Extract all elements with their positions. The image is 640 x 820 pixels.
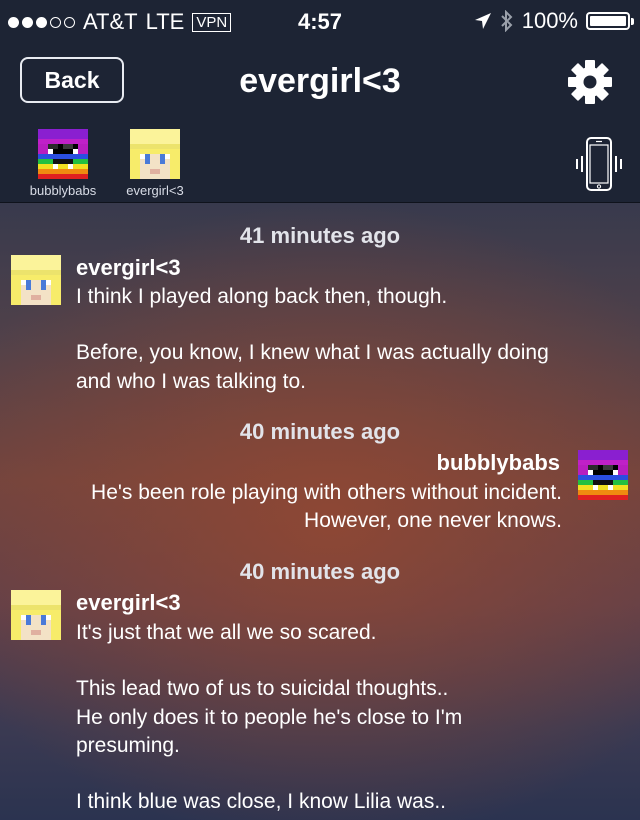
participant-name: evergirl<3 (126, 183, 184, 198)
message-timestamp: 41 minutes ago (239, 223, 401, 248)
message-line: However, one never knows. (304, 509, 562, 532)
avatar (38, 129, 88, 179)
avatar (578, 450, 628, 500)
chat-area[interactable]: 41 minutes ago evergirl<3 I think I play… (0, 203, 640, 820)
page-title: evergirl<3 (239, 62, 401, 100)
bluetooth-icon (501, 10, 513, 32)
participants-bar: bubblybabs evergirl<3 (0, 122, 640, 203)
avatar (11, 255, 61, 305)
message-sender: evergirl<3 (76, 255, 181, 280)
participant-bubblybabs[interactable]: bubblybabs (18, 129, 108, 198)
avatar (11, 590, 61, 640)
status-bar: AT&T LTE VPN 4:57 100% (0, 0, 640, 42)
battery-percent: 100% (521, 8, 578, 33)
gear-icon[interactable] (566, 58, 614, 106)
message-line: I think blue was close, I know Lilia was… (76, 790, 447, 813)
message-line: and who I was talking to. (76, 370, 306, 393)
avatar (130, 129, 180, 179)
message-sender: bubblybabs (436, 450, 560, 475)
message-line: He only does it to people he's close to … (76, 706, 463, 729)
message-line: He's been role playing with others witho… (91, 481, 562, 504)
phone-vibrate-icon[interactable] (574, 134, 624, 194)
location-arrow-icon (474, 13, 491, 29)
participant-name: bubblybabs (29, 183, 97, 198)
participant-evergirl[interactable]: evergirl<3 (110, 129, 200, 198)
message-timestamp: 40 minutes ago (239, 559, 401, 584)
nav-bar: Back evergirl<3 (0, 42, 640, 122)
status-right: 100% (474, 8, 634, 34)
message-line: Before, you know, I knew what I was actu… (76, 341, 549, 364)
battery-icon (586, 12, 634, 30)
message-line: presuming. (76, 734, 180, 757)
message-line: It's just that we all we so scared. (76, 621, 377, 644)
message-timestamp: 40 minutes ago (239, 419, 401, 444)
message-sender: evergirl<3 (76, 590, 181, 615)
message-line: I think I played along back then, though… (76, 285, 448, 308)
message-line: This lead two of us to suicidal thoughts… (76, 677, 449, 700)
